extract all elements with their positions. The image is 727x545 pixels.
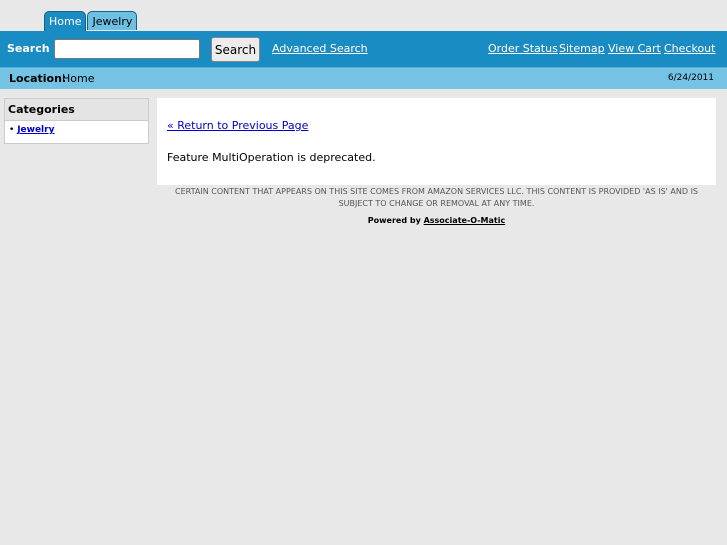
nav-tabs: Home Jewelry [44,11,138,31]
powered-by-link[interactable]: Associate-O-Matic [424,216,506,225]
category-item: • Jewelry [5,121,148,135]
tab-jewelry[interactable]: Jewelry [87,11,138,30]
category-link-jewelry[interactable]: Jewelry [17,125,54,135]
location-label: Location: [9,72,67,85]
search-button[interactable]: Search [211,37,260,62]
search-label: Search [7,42,50,55]
amazon-disclaimer: CERTAIN CONTENT THAT APPEARS ON THIS SIT… [175,187,698,208]
tab-home[interactable]: Home [44,11,87,31]
categories-title: Categories [5,99,148,121]
error-message: Feature MultiOperation is deprecated. [167,151,376,164]
search-bar: Search Search Advanced Search Order Stat… [0,31,727,67]
powered-by: Powered by Associate-O-Matic [157,216,716,225]
return-to-previous-link[interactable]: « Return to Previous Page [167,119,308,132]
location-value: Home [62,72,95,85]
order-status-link[interactable]: Order Status [488,42,558,55]
location-date: 6/24/2011 [667,73,714,83]
category-bullet: • [9,125,15,135]
location-bar: Location: Home 6/24/2011 [0,67,727,89]
view-cart-link[interactable]: View Cart [608,42,661,55]
sitemap-link[interactable]: Sitemap [559,42,605,55]
search-input[interactable] [54,39,200,59]
checkout-link[interactable]: Checkout [664,42,715,55]
categories-panel: Categories • Jewelry [4,98,149,144]
main-content: « Return to Previous Page Feature MultiO… [157,98,716,185]
powered-by-prefix: Powered by [367,216,421,225]
advanced-search-link[interactable]: Advanced Search [272,42,368,55]
